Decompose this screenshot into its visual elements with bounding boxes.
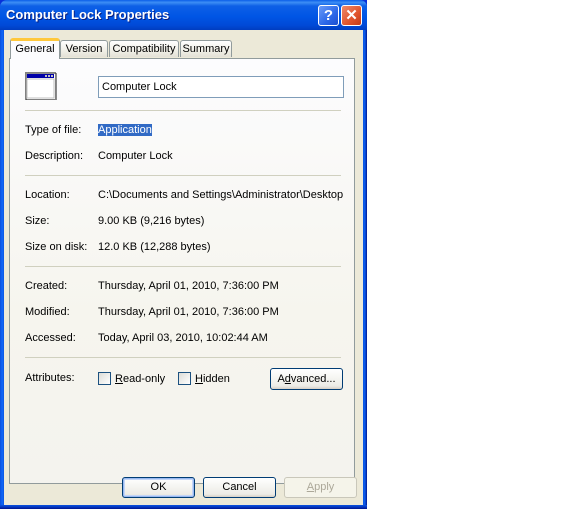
size-on-disk-label: Size on disk:	[25, 241, 88, 253]
type-of-file-value[interactable]: Application	[98, 124, 152, 136]
label-text: Cancel	[222, 481, 257, 493]
access-key: A	[306, 481, 315, 493]
location-value: C:\Documents and Settings\Administrator\…	[98, 189, 344, 201]
properties-window: Computer Lock Properties ? ✕ General Ver…	[0, 0, 367, 509]
window-title: Computer Lock Properties	[6, 7, 170, 22]
label-text: vanced...	[290, 373, 336, 385]
apply-button[interactable]: Apply	[284, 477, 357, 498]
tab-version[interactable]: Version	[60, 40, 108, 57]
label-text: OK	[150, 481, 167, 493]
description-value: Computer Lock	[98, 150, 173, 162]
modified-label: Modified:	[25, 306, 70, 318]
modified-value: Thursday, April 01, 2010, 7:36:00 PM	[98, 306, 279, 318]
access-key: R	[115, 373, 123, 385]
location-label: Location:	[25, 189, 70, 201]
window-frame-right	[363, 30, 367, 505]
tab-label: Summary	[182, 43, 230, 55]
divider	[25, 175, 341, 176]
label-text: pply	[314, 481, 335, 493]
accessed-value: Today, April 03, 2010, 10:02:44 AM	[98, 332, 268, 344]
hidden-checkbox[interactable]	[178, 372, 191, 385]
application-window-icon	[25, 72, 57, 100]
file-name-input[interactable]: Computer Lock	[98, 76, 344, 98]
close-icon: ✕	[345, 7, 358, 24]
help-button[interactable]: ?	[318, 5, 339, 26]
cancel-button[interactable]: Cancel	[203, 477, 276, 498]
size-value: 9.00 KB (9,216 bytes)	[98, 215, 205, 227]
general-tab-panel: Computer Lock Type of file: Application …	[9, 58, 355, 484]
title-bar[interactable]: Computer Lock Properties ? ✕	[0, 0, 367, 30]
access-key: H	[195, 373, 203, 385]
close-button[interactable]: ✕	[341, 5, 362, 26]
tab-label: General	[15, 43, 55, 55]
size-on-disk-value: 12.0 KB (12,288 bytes)	[98, 241, 211, 253]
readonly-checkbox[interactable]	[98, 372, 111, 385]
created-label: Created:	[25, 280, 68, 292]
window-frame-bottom	[0, 505, 367, 509]
accessed-label: Accessed:	[25, 332, 76, 344]
tab-compatibility[interactable]: Compatibility	[109, 40, 179, 57]
tab-label: Version	[65, 43, 103, 55]
size-label: Size:	[25, 215, 50, 227]
description-label: Description:	[25, 150, 84, 162]
divider	[25, 266, 341, 267]
divider	[25, 357, 341, 358]
tab-summary[interactable]: Summary	[180, 40, 232, 57]
advanced-button[interactable]: Advanced...	[270, 368, 343, 390]
ok-button[interactable]: OK	[122, 477, 195, 498]
label-text: A	[277, 373, 285, 385]
created-value: Thursday, April 01, 2010, 7:36:00 PM	[98, 280, 279, 292]
hidden-label[interactable]: Hidden	[195, 373, 230, 385]
readonly-label[interactable]: Read-only	[115, 373, 165, 385]
attributes-label: Attributes:	[25, 372, 75, 384]
question-mark-icon: ?	[323, 7, 334, 24]
tab-label: Compatibility	[112, 43, 176, 55]
type-of-file-label: Type of file:	[25, 124, 82, 136]
label-text: idden	[202, 373, 230, 385]
tab-general[interactable]: General	[10, 38, 60, 59]
divider	[25, 110, 341, 111]
dialog-client-area: General Version Compatibility Summary Co…	[4, 30, 363, 505]
label-text: ead-only	[122, 373, 166, 385]
